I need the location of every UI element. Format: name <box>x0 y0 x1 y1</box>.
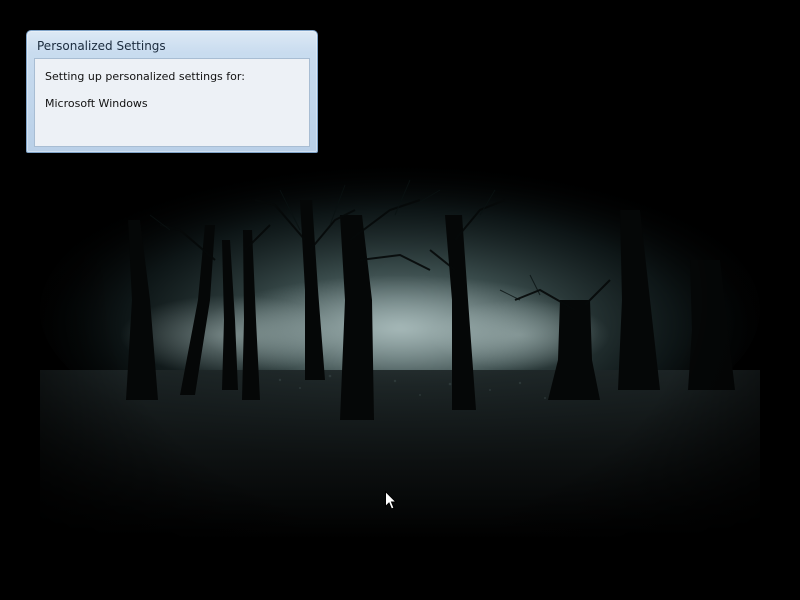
desktop: Personalized Settings Setting up persona… <box>0 0 800 600</box>
personalized-settings-dialog: Personalized Settings Setting up persona… <box>26 30 318 153</box>
dialog-component-name: Microsoft Windows <box>45 97 148 110</box>
mouse-pointer-icon <box>385 491 397 510</box>
dialog-title: Personalized Settings <box>37 39 166 53</box>
dialog-message: Setting up personalized settings for: <box>45 70 245 83</box>
dialog-body: Setting up personalized settings for: Mi… <box>34 58 310 147</box>
